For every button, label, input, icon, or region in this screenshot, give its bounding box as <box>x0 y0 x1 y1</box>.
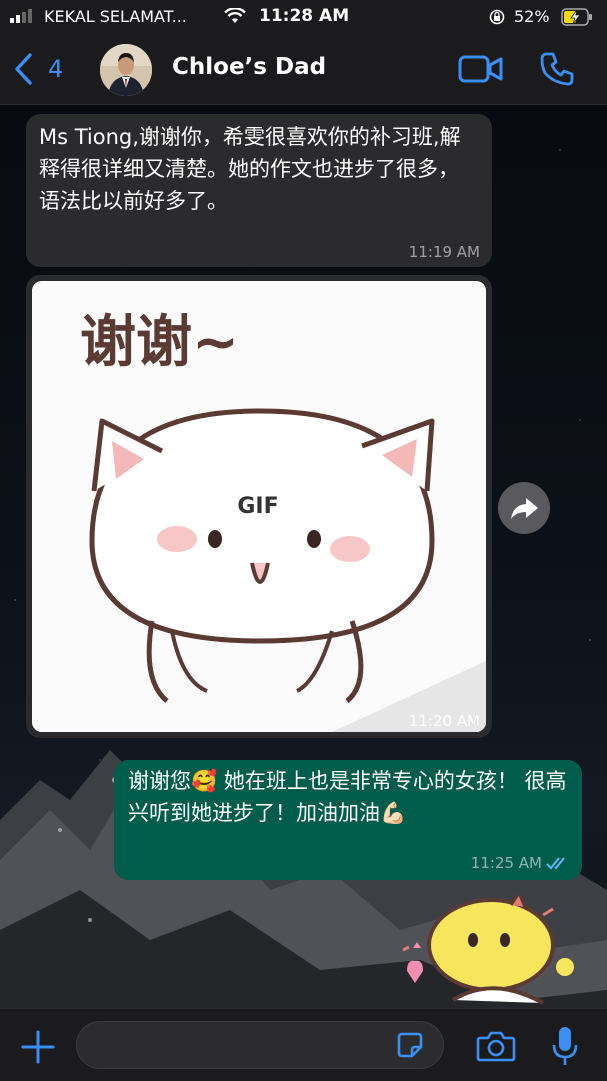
outgoing-message[interactable]: 谢谢您🥰 她在班上也是非常专心的女孩！ 很高兴听到她进步了！加油加油💪🏻 11:… <box>114 760 582 880</box>
message-text: 谢谢您🥰 她在班上也是非常专心的女孩！ 很高兴听到她进步了！加油加油💪🏻 <box>128 769 567 825</box>
gif-caption: 谢谢~ <box>80 310 239 375</box>
gif-play-badge[interactable]: GIF <box>218 475 298 539</box>
contact-name[interactable]: Chloe’s Dad <box>172 54 326 80</box>
message-input[interactable] <box>76 1021 444 1069</box>
status-time: 11:28 AM <box>259 6 350 26</box>
forward-button[interactable] <box>498 482 550 534</box>
plus-icon[interactable] <box>20 1029 56 1065</box>
read-ticks-icon <box>546 857 565 870</box>
avatar-photo <box>100 44 152 96</box>
wifi-icon <box>224 8 246 23</box>
avatar[interactable] <box>100 44 152 96</box>
phone-icon[interactable] <box>539 51 575 87</box>
sticker-icon[interactable] <box>396 1031 424 1059</box>
status-bar: KEKAL SELAMAT... 11:28 AM 52% <box>0 0 607 34</box>
back-chevron-icon <box>15 53 32 85</box>
chat-header: 4 Chloe’s Dad <box>0 34 607 105</box>
camera-icon[interactable] <box>476 1030 516 1062</box>
battery-percent: 52% <box>514 7 550 26</box>
message-time: 11:19 AM <box>408 243 480 261</box>
sticker-message[interactable] <box>393 895 583 1010</box>
rotation-lock-icon <box>489 9 505 25</box>
battery-icon <box>561 8 592 26</box>
forward-icon <box>511 498 538 519</box>
message-text: Ms Tiong,谢谢你，希雯很喜欢你的补习班,解释得很详细又清楚。她的作文也进… <box>39 125 461 213</box>
message-time: 11:20 AM <box>408 712 480 730</box>
incoming-message[interactable]: Ms Tiong,谢谢你，希雯很喜欢你的补习班,解释得很详细又清楚。她的作文也进… <box>26 114 492 267</box>
unread-count: 4 <box>48 55 64 83</box>
video-call-icon[interactable] <box>458 54 504 84</box>
signal-icon <box>10 9 32 23</box>
back-button[interactable]: 4 <box>12 52 72 86</box>
carrier-name: KEKAL SELAMAT... <box>44 7 187 26</box>
composer-bar <box>0 1008 607 1081</box>
microphone-icon[interactable] <box>550 1025 580 1067</box>
message-time: 11:25 AM <box>470 854 542 872</box>
